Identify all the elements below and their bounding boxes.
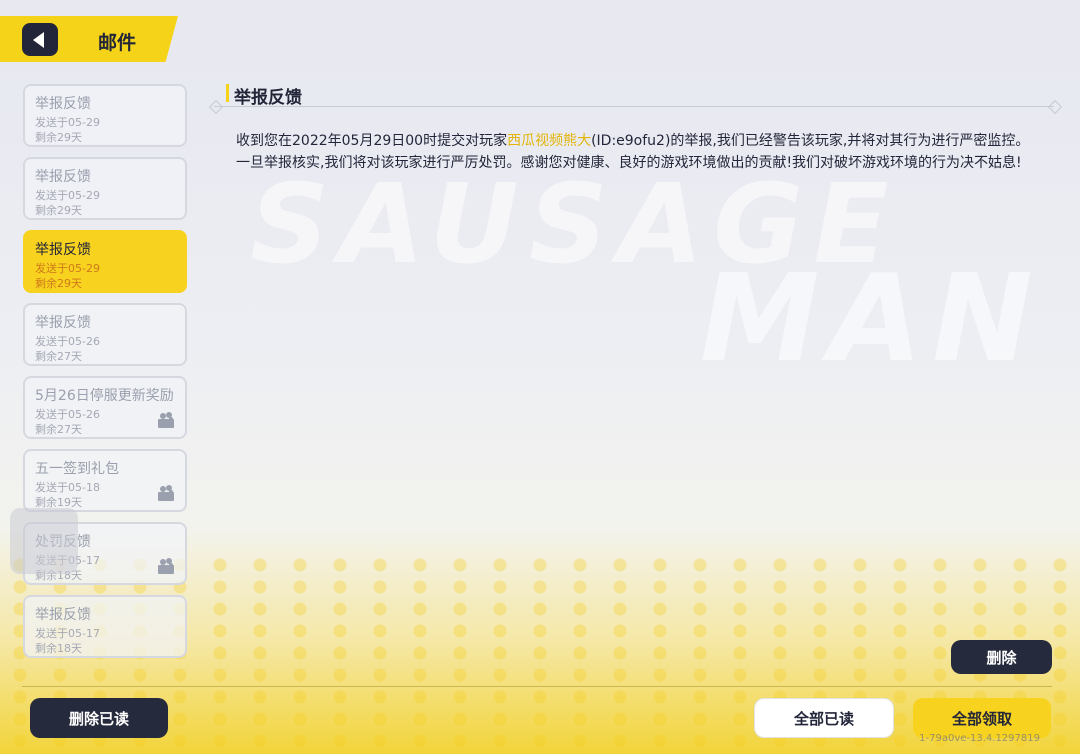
mail-list[interactable]: 举报反馈 发送于05-29 剩余29天 举报反馈 发送于05-29 剩余29天 举报反馈 发送… (23, 84, 191, 668)
mail-item-title: 举报反馈 (35, 169, 91, 185)
mail-item[interactable]: 举报反馈发送于05-29 剩余29天 (23, 157, 187, 220)
mail-item-sent-date: 发送于05-17 (35, 627, 100, 640)
mail-item-sent-date: 发送于05-29 (35, 116, 100, 129)
floating-handle[interactable] (10, 508, 78, 574)
mail-item[interactable]: 举报反馈发送于05-29 剩余29天 (23, 84, 187, 147)
read-all-button[interactable]: 全部已读 (754, 698, 894, 738)
mail-item-sent-date: 发送于05-29 (35, 262, 100, 275)
body-text-pre: 收到您在2022年05月29日00时提交对玩家 (236, 133, 508, 149)
mail-item-remaining: 剩余27天 (35, 350, 82, 363)
back-button[interactable] (22, 23, 58, 56)
delete-button[interactable]: 删除 (951, 640, 1052, 674)
page-title: 邮件 (98, 32, 137, 54)
mail-item-title: 举报反馈 (35, 242, 91, 258)
mail-item-sent-date: 发送于05-29 (35, 189, 100, 202)
background-watermark-2: MAN (700, 250, 1043, 389)
mail-item-remaining: 剩余18天 (35, 642, 82, 655)
mail-item-title: 举报反馈 (35, 315, 91, 331)
mail-item[interactable]: 举报反馈发送于05-29 剩余29天 (23, 230, 187, 293)
delete-read-button[interactable]: 删除已读 (30, 698, 168, 738)
mail-item[interactable]: 五一签到礼包 发送于05-18 剩余19天 (23, 449, 187, 512)
reward-icon (158, 485, 174, 501)
mail-item-remaining: 剩余29天 (35, 277, 82, 290)
reward-icon (158, 412, 174, 428)
mail-item-title: 5月26日停服更新奖励 (35, 388, 174, 404)
mail-item[interactable]: 5月26日停服更新奖励 发送于05-26 剩余27天 (23, 376, 187, 439)
mail-item-sent-date: 发送于05-26 (35, 335, 100, 348)
content-body: 收到您在2022年05月29日00时提交对玩家西瓜视频熊大(ID:e9ofu2)… (236, 130, 1036, 174)
mail-item-remaining: 剩余27天 (35, 423, 82, 436)
claim-all-button[interactable]: 全部领取 (913, 698, 1051, 738)
bottom-divider (22, 686, 1052, 687)
content-title: 举报反馈 (234, 88, 302, 108)
mail-item-title: 举报反馈 (35, 607, 91, 623)
mail-item-remaining: 剩余29天 (35, 204, 82, 217)
mail-item-sent-date: 发送于05-18 (35, 481, 100, 494)
mail-item[interactable]: 举报反馈发送于05-17 剩余18天 (23, 595, 187, 658)
reported-player-name: 西瓜视频熊大 (507, 133, 592, 149)
reward-icon (158, 558, 174, 574)
back-arrow-icon (33, 31, 44, 48)
mail-item-remaining: 剩余29天 (35, 131, 82, 144)
version-label: 1-79a0ve-13.4.1297819 (919, 733, 1040, 744)
mail-item-sent-date: 发送于05-26 (35, 408, 100, 421)
content-divider (214, 106, 1054, 107)
content-title-marker (226, 84, 229, 102)
mail-item-title: 五一签到礼包 (35, 461, 119, 477)
mail-item-title: 举报反馈 (35, 96, 91, 112)
mail-item[interactable]: 举报反馈发送于05-26 剩余27天 (23, 303, 187, 366)
